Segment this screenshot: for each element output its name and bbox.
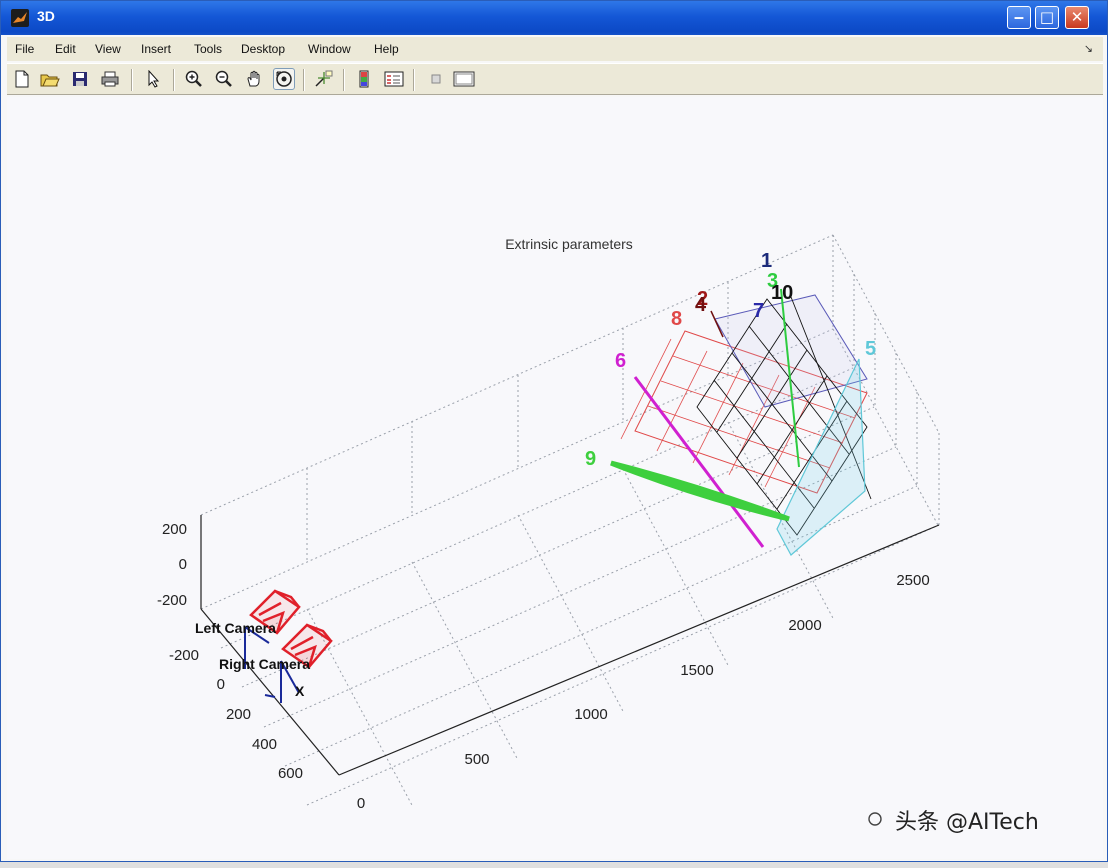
x-tick-label: 2000 [788,617,821,634]
extrinsic-parameters-plot[interactable]: Extrinsic parameters 200 0 -200 -200 0 2… [7,97,1103,859]
plane-label: 8 [671,308,682,330]
print-icon[interactable] [99,68,121,90]
rotate-3d-icon[interactable] [273,68,295,90]
matlab-logo-icon [11,9,29,27]
dock-arrow-icon[interactable]: ↘ [1084,42,1093,55]
z-tick-label: 0 [179,556,187,573]
x-tick-label: 1500 [680,662,713,679]
y-tick-label: -200 [169,647,199,664]
close-button[interactable]: ✕ [1065,6,1089,29]
save-icon[interactable] [69,68,91,90]
menu-edit[interactable]: Edit [55,42,76,56]
x-tick-label: 0 [357,795,365,812]
z-tick-label: 200 [162,521,187,538]
y-tick-label: 600 [278,765,303,782]
window-bottom-edge [0,862,1108,868]
x-tick-label: 2500 [896,572,929,589]
plane-label: 5 [865,338,876,360]
menu-desktop[interactable]: Desktop [241,42,285,56]
axis-marker-x: X [295,683,305,699]
figure-canvas[interactable]: Extrinsic parameters 200 0 -200 -200 0 2… [7,97,1103,859]
minimize-button[interactable]: ‒ [1007,6,1031,29]
plane-label: 9 [585,448,596,470]
menu-help[interactable]: Help [374,42,399,56]
plane-6-line [633,376,765,548]
y-tick-label: 0 [217,676,225,693]
data-cursor-icon[interactable] [313,68,335,90]
open-file-icon[interactable] [39,68,61,90]
figure-window: 3D ‒ □ ✕ File Edit View Insert Tools Des… [0,0,1108,862]
plot-title: Extrinsic parameters [505,236,633,252]
title-bar[interactable]: 3D ‒ □ ✕ [1,1,1107,35]
maximize-button[interactable]: □ [1035,6,1059,29]
window-title: 3D [37,8,55,24]
menu-tools[interactable]: Tools [194,42,222,56]
camera-label: Right Camera [219,656,310,672]
watermark: 头条 @AITech [868,810,1039,835]
show-plot-tools-icon[interactable] [453,68,475,90]
y-tick-label: 400 [252,736,277,753]
select-arrow-icon[interactable] [143,68,165,90]
menu-window[interactable]: Window [308,42,351,56]
figure-toolbar [7,63,1103,95]
x-tick-label: 500 [464,751,489,768]
hide-plot-tools-icon[interactable] [425,68,447,90]
pan-hand-icon[interactable] [243,68,265,90]
y-tick-label: 200 [226,706,251,723]
x-tick-label: 1000 [574,706,607,723]
menu-bar: File Edit View Insert Tools Desktop Wind… [7,37,1103,61]
plane-label: 4 [695,294,707,316]
menu-view[interactable]: View [95,42,121,56]
plane-label: 7 [753,300,764,322]
watermark-text: 头条 @AITech [895,810,1039,835]
new-figure-icon[interactable] [11,68,33,90]
calibration-planes [610,288,872,556]
colorbar-icon[interactable] [353,68,375,90]
zoom-out-icon[interactable] [213,68,235,90]
menu-file[interactable]: File [15,42,34,56]
plane-label: 10 [771,282,793,304]
z-tick-label: -200 [157,592,187,609]
menu-insert[interactable]: Insert [141,42,171,56]
camera-label: Left Camera [195,620,276,636]
plane-label: 6 [615,350,626,372]
legend-icon[interactable] [383,68,405,90]
zoom-in-icon[interactable] [183,68,205,90]
plane-label: 1 [761,250,772,272]
